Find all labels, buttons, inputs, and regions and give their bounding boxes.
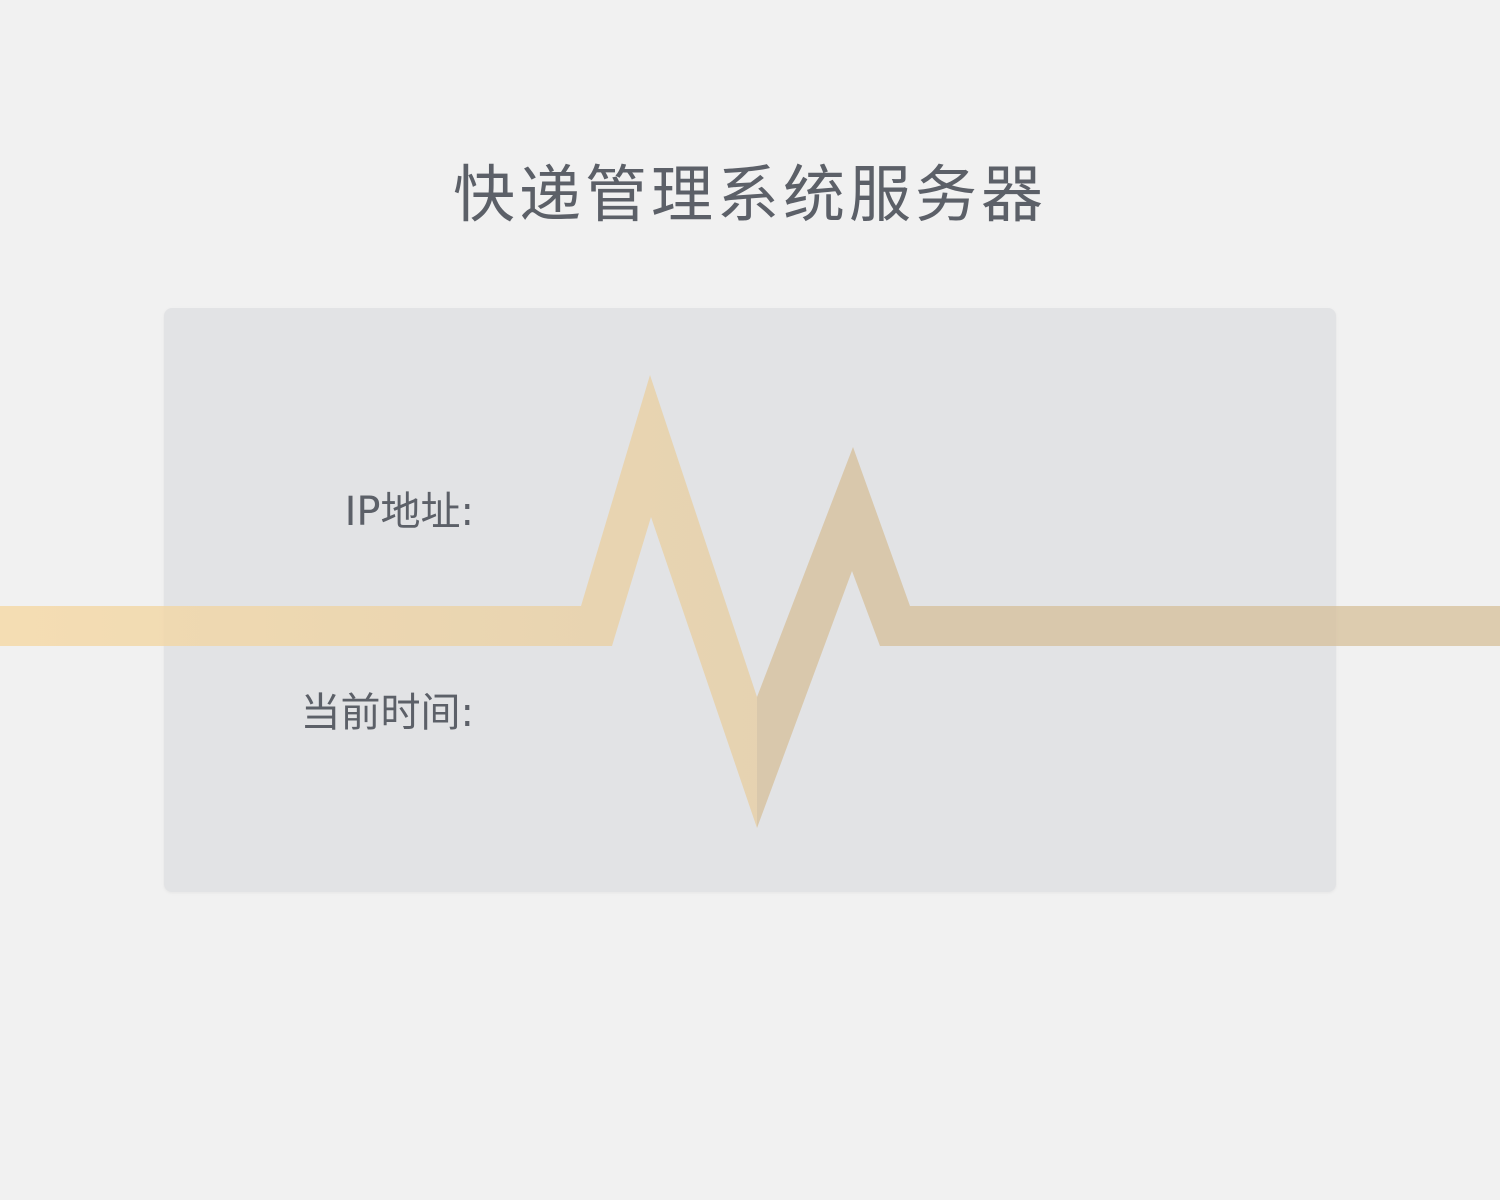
page-title: 快递管理系统服务器 — [452, 158, 1047, 231]
ip-address-label: IP地址: — [344, 489, 474, 535]
current-time-label: 当前时间: — [300, 690, 474, 736]
server-info-card: IP地址: 当前时间: — [164, 308, 1336, 892]
